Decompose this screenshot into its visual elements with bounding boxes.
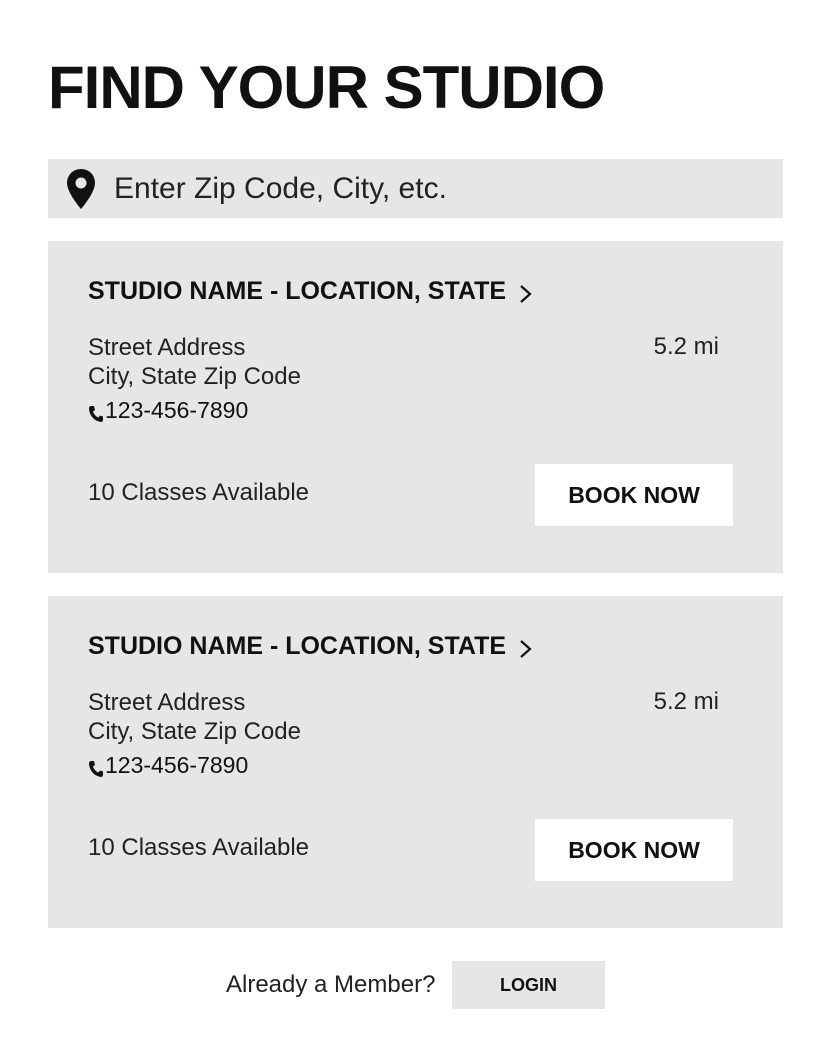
studio-phone[interactable]: 123-456-7890 bbox=[88, 752, 248, 779]
phone-number: 123-456-7890 bbox=[105, 397, 249, 423]
map-pin-icon bbox=[66, 167, 96, 211]
member-prompt: Already a Member? bbox=[226, 971, 436, 998]
street-address: Street Address bbox=[88, 689, 246, 716]
studio-distance: 5.2 mi bbox=[653, 333, 719, 360]
member-login-row: Already a Member? LOGIN bbox=[0, 961, 830, 1009]
studio-name-link[interactable]: STUDIO NAME - LOCATION, STATE bbox=[88, 277, 534, 306]
city-state-zip: City, State Zip Code bbox=[88, 718, 301, 745]
classes-available: 10 Classes Available bbox=[88, 479, 310, 506]
book-now-button[interactable]: BOOK NOW bbox=[535, 464, 733, 526]
studio-address: Street Address City, State Zip Code bbox=[88, 688, 301, 746]
location-search-input[interactable] bbox=[114, 164, 754, 213]
studio-card: STUDIO NAME - LOCATION, STATE Street Add… bbox=[48, 241, 783, 573]
studio-name: STUDIO NAME - LOCATION, STATE bbox=[88, 277, 507, 305]
page-title: FIND YOUR STUDIO bbox=[48, 54, 605, 121]
phone-icon bbox=[88, 402, 104, 422]
location-search-bar[interactable] bbox=[48, 159, 783, 218]
studio-distance: 5.2 mi bbox=[653, 688, 719, 715]
studio-address: Street Address City, State Zip Code bbox=[88, 333, 301, 391]
phone-icon bbox=[88, 757, 104, 777]
phone-number: 123-456-7890 bbox=[105, 752, 249, 778]
chevron-right-icon bbox=[518, 282, 534, 303]
studio-name: STUDIO NAME - LOCATION, STATE bbox=[88, 632, 507, 660]
city-state-zip: City, State Zip Code bbox=[88, 363, 301, 390]
studio-phone[interactable]: 123-456-7890 bbox=[88, 397, 248, 424]
classes-available: 10 Classes Available bbox=[88, 834, 310, 861]
studio-card: STUDIO NAME - LOCATION, STATE Street Add… bbox=[48, 596, 783, 928]
chevron-right-icon bbox=[518, 637, 534, 658]
book-now-button[interactable]: BOOK NOW bbox=[535, 819, 733, 881]
login-button[interactable]: LOGIN bbox=[452, 961, 605, 1009]
studio-name-link[interactable]: STUDIO NAME - LOCATION, STATE bbox=[88, 632, 534, 661]
street-address: Street Address bbox=[88, 334, 246, 361]
